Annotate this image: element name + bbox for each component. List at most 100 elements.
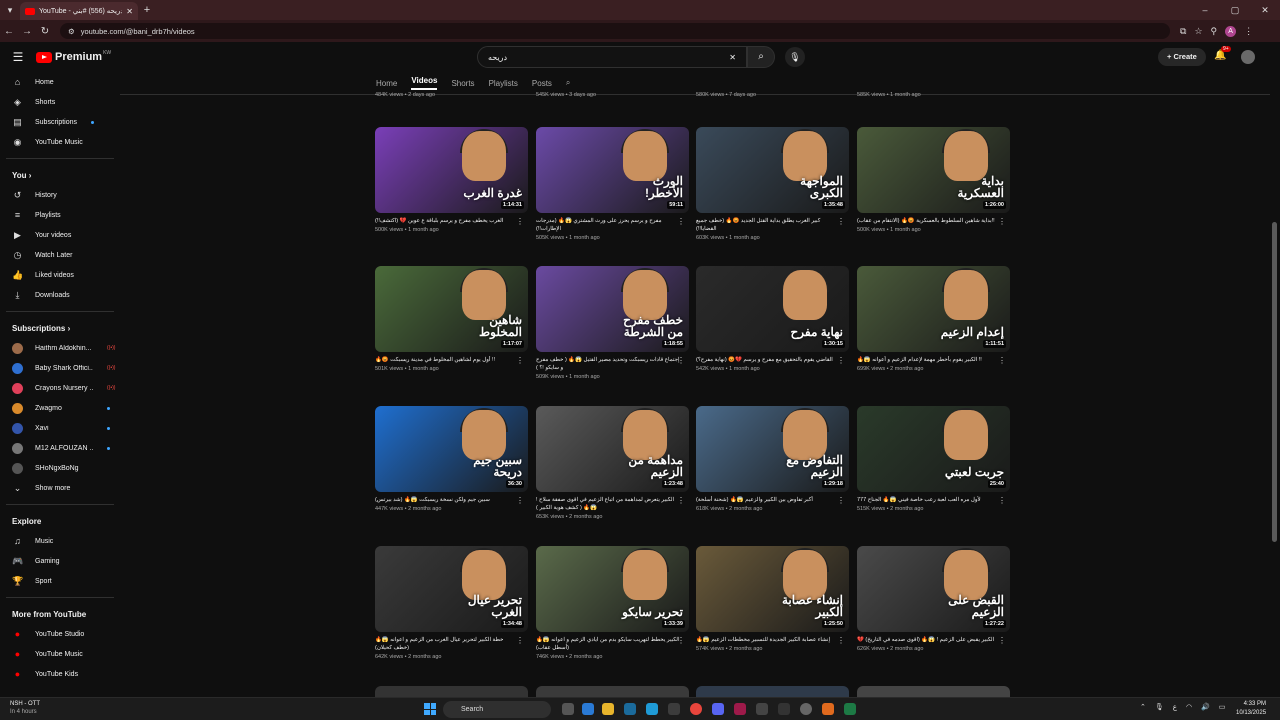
video-title[interactable]: إجتماع قادات ريسبكت وتحديد مصير القتيل 😱…	[536, 356, 681, 372]
search-button[interactable]: ⌕	[747, 46, 775, 68]
video-thumbnail[interactable]: تحرير سايكو 1:33:39	[536, 546, 689, 632]
subscription-item[interactable]: Zwagmo	[0, 398, 120, 418]
video-card[interactable]: شاهين المخلوط 1:17:07 ⋮!! أول يوم لشاهين ا…	[375, 266, 528, 372]
you-heading[interactable]: You ›	[0, 165, 120, 185]
channel-search-icon[interactable]: ⌕	[566, 78, 570, 88]
profile-avatar[interactable]: A	[1225, 25, 1237, 37]
video-menu-icon[interactable]: ⋮	[998, 217, 1006, 226]
video-thumbnail[interactable]: المواجهة الكبرى 1:35:48	[696, 127, 849, 213]
video-title[interactable]: الكبير يتعرض لمداهمة من اتباع الزعيم في …	[536, 496, 681, 512]
mic-tray-icon[interactable]: 🎙	[1155, 703, 1164, 711]
video-card[interactable]: غدرة الغرب 1:14:31 ⋮ الغرب يخطف مفرح و يرسم…	[375, 127, 528, 233]
video-card[interactable]: تحرير عيال الغرب 1:34:48 ⋮ خطة الكبير لتحري…	[375, 546, 528, 660]
video-card[interactable]: نهاية مفرح 1:30:15 ⋮ القاضي يقوم بالتحقيق م…	[696, 266, 849, 372]
video-menu-icon[interactable]: ⋮	[998, 636, 1006, 645]
video-thumbnail[interactable]: التفاوض مع الزعيم 1:29:18	[696, 406, 849, 492]
video-title[interactable]: القاضي يقوم بالتحقيق مع مفرح و يرسم 💔😡 (…	[696, 356, 841, 364]
video-menu-icon[interactable]: ⋮	[837, 496, 845, 505]
video-thumbnail[interactable]: القبض على الزعيم 1:27:22	[857, 546, 1010, 632]
minimize-icon[interactable]: –	[1190, 0, 1220, 20]
video-thumbnail[interactable]: جربت لعبتي 25:40	[857, 406, 1010, 492]
account-avatar[interactable]	[1241, 50, 1255, 64]
video-card[interactable]: خطف مفرح من الشرطة 1:18:55 ⋮ إجتماع قادات ر…	[536, 266, 689, 380]
video-card[interactable]: تحرير سايكو 1:33:39 ⋮ الكبير يخطط لتهريب سا…	[536, 546, 689, 660]
video-thumbnail[interactable]: سبين جيم دريحة 36:30	[375, 406, 528, 492]
sidebar-item-gaming[interactable]: 🎮 Gaming	[0, 551, 120, 571]
show-more-button[interactable]: ⌄ Show more	[0, 478, 120, 498]
video-card[interactable]: إعدام الزعيم 1:11:51 ⋮!! الكبير يقوم بأخطر…	[857, 266, 1010, 372]
back-icon[interactable]: ←	[0, 26, 18, 37]
app-icon[interactable]	[778, 703, 790, 715]
forward-icon[interactable]: →	[18, 26, 36, 37]
subscription-item[interactable]: M12 ALFOUZAN ...	[0, 438, 120, 458]
video-menu-icon[interactable]: ⋮	[837, 217, 845, 226]
video-title[interactable]: إنشاء عصابة الكبير الجديدة للتسبير مخططا…	[696, 636, 841, 644]
discord-icon[interactable]	[712, 703, 724, 715]
excel-icon[interactable]	[844, 703, 856, 715]
youtube-premium-logo[interactable]: Premium KW	[36, 50, 111, 63]
video-thumbnail[interactable]: تحرير عيال الغرب 1:34:48	[375, 546, 528, 632]
video-card[interactable]: مداهمة من الزعيم 1:23:48 ⋮ الكبير يتعرض لمد…	[536, 406, 689, 520]
tab-home[interactable]: Home	[376, 79, 397, 88]
page-scrollbar[interactable]	[1272, 222, 1277, 542]
browser-tab[interactable]: YouTube - دريحه (556) #بني ✕	[20, 2, 138, 20]
subscription-item[interactable]: Haithm Aldokhin... ((•))	[0, 338, 120, 358]
sidebar-item-youtube-studio[interactable]: ● YouTube Studio	[0, 624, 120, 644]
subscriptions-heading[interactable]: Subscriptions ›	[0, 318, 120, 338]
tray-chevron-icon[interactable]: ⌃	[1140, 703, 1146, 711]
app-icon[interactable]	[822, 703, 834, 715]
video-title[interactable]: لأول مره العب لعبة رعب خاصة فيني 😱🔥 الجن…	[857, 496, 1002, 504]
extensions-icon[interactable]: ⚲	[1211, 26, 1218, 37]
video-title[interactable]: !! الكبير يقوم بأخطر مهمة لإعدام الزعيم …	[857, 356, 1002, 364]
reload-icon[interactable]: ↻	[36, 26, 54, 37]
video-card[interactable]: الورث الأخطر! 59:11 ⋮ مفرح و يرسم يحرز على …	[536, 127, 689, 241]
video-menu-icon[interactable]: ⋮	[516, 496, 524, 505]
weather-widget[interactable]: NSH - OTT In 4 hours	[10, 700, 40, 716]
video-title[interactable]: أكبر تفاوض بين الكبير والزعيم 😱🔥 (شحنة أ…	[696, 496, 841, 504]
video-thumbnail[interactable]: الورث الأخطر! 59:11	[536, 127, 689, 213]
tab-playlists[interactable]: Playlists	[489, 79, 518, 88]
video-card[interactable]: التفاوض مع الزعيم 1:29:18 ⋮ أكبر تفاوض بين …	[696, 406, 849, 512]
file-explorer-icon[interactable]	[602, 703, 614, 715]
maximize-icon[interactable]: ▢	[1220, 0, 1250, 20]
battery-icon[interactable]: ▭	[1219, 703, 1226, 711]
video-thumbnail-partial[interactable]	[696, 686, 849, 697]
video-card[interactable]: القبض على الزعيم 1:27:22 ⋮ الكبير يقبض على …	[857, 546, 1010, 652]
video-thumbnail-partial[interactable]	[857, 686, 1010, 697]
video-menu-icon[interactable]: ⋮	[998, 496, 1006, 505]
sidebar-item-liked-videos[interactable]: 👍 Liked videos	[0, 265, 120, 285]
video-menu-icon[interactable]: ⋮	[837, 356, 845, 365]
video-thumbnail[interactable]: نهاية مفرح 1:30:15	[696, 266, 849, 352]
video-thumbnail[interactable]: بداية العسكرية 1:26:00	[857, 127, 1010, 213]
video-title[interactable]: الكبير يقبض على الزعيم ! 😱🔥 (اقوى صدمه ف…	[857, 636, 1002, 644]
sidebar-item-downloads[interactable]: ⤓ Downloads	[0, 285, 120, 305]
video-menu-icon[interactable]: ⋮	[677, 636, 685, 645]
taskbar-clock[interactable]: 4:33 PM 10/13/2025	[1236, 700, 1266, 718]
tab-videos[interactable]: Videos	[411, 76, 438, 90]
video-thumbnail[interactable]: غدرة الغرب 1:14:31	[375, 127, 528, 213]
taskbar-search[interactable]: Search	[443, 701, 551, 718]
volume-icon[interactable]: 🔊	[1201, 703, 1210, 711]
subscription-item[interactable]: Baby Shark Offici... ((•))	[0, 358, 120, 378]
edge-icon[interactable]	[646, 703, 658, 715]
tab-close-icon[interactable]: ✕	[126, 7, 133, 16]
video-title[interactable]: خطة الكبير لتحرير عيال الغرب من الزعيم و…	[375, 636, 520, 652]
subscription-item[interactable]: Crayons Nursery ... ((•))	[0, 378, 120, 398]
app-icon[interactable]	[734, 703, 746, 715]
video-thumbnail-partial[interactable]	[375, 686, 528, 697]
video-title[interactable]: !!بداية شاهين السلطوط بالعسكرية 😡🔥 (الان…	[857, 217, 1002, 225]
browser-menu-icon[interactable]: ⋮	[1244, 26, 1253, 37]
url-bar[interactable]: ⚙ youtube.com/@bani_drb7h/videos	[60, 23, 1170, 39]
subscription-item[interactable]: SHoNgxBoNg	[0, 458, 120, 478]
sidebar-item-sport[interactable]: 🏆 Sport	[0, 571, 120, 591]
bookmark-star-icon[interactable]: ☆	[1194, 26, 1202, 37]
tab-posts[interactable]: Posts	[532, 79, 552, 88]
sidebar-item-youtube-music[interactable]: ◉ YouTube Music	[0, 132, 120, 152]
video-menu-icon[interactable]: ⋮	[998, 356, 1006, 365]
voice-search-button[interactable]: 🎙	[785, 47, 805, 67]
video-thumbnail[interactable]: شاهين المخلوط 1:17:07	[375, 266, 528, 352]
tab-search-icon[interactable]: ▾	[0, 0, 20, 20]
video-menu-icon[interactable]: ⋮	[516, 356, 524, 365]
create-button[interactable]: + Create	[1158, 48, 1206, 66]
video-thumbnail[interactable]: إنشاء عصابة الكبير 1:25:50	[696, 546, 849, 632]
